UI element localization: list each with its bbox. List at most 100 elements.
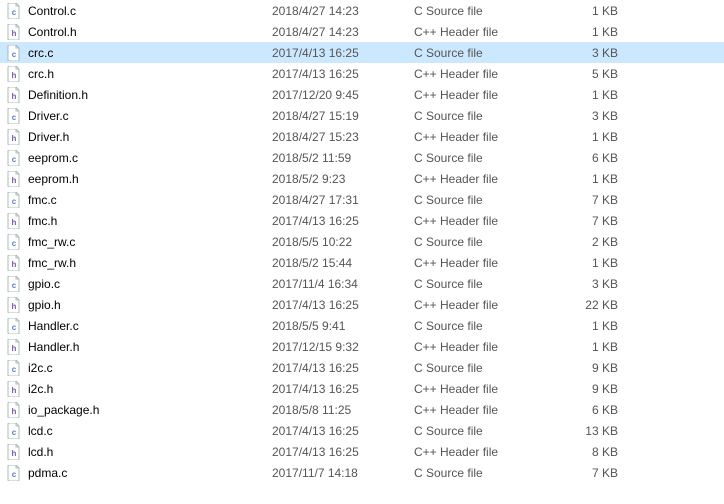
file-row[interactable]: h i2c.h 2017/4/13 16:25 C++ Header file … [0, 378, 724, 399]
c-file-icon: c [6, 318, 22, 334]
file-row[interactable]: c eeprom.c 2018/5/2 11:59 C Source file … [0, 147, 724, 168]
file-row[interactable]: h fmc.h 2017/4/13 16:25 C++ Header file … [0, 210, 724, 231]
file-row[interactable]: c Control.c 2018/4/27 14:23 C Source fil… [0, 0, 724, 21]
file-date-cell: 2018/5/2 9:23 [272, 172, 414, 186]
file-name-cell[interactable]: c fmc.c [6, 192, 272, 208]
file-row[interactable]: c Driver.c 2018/4/27 15:19 C Source file… [0, 105, 724, 126]
file-name-label: Control.h [28, 25, 77, 39]
file-name-label: crc.c [28, 46, 53, 60]
file-name-cell[interactable]: h i2c.h [6, 381, 272, 397]
file-date-cell: 2018/5/2 15:44 [272, 256, 414, 270]
file-name-cell[interactable]: h io_package.h [6, 402, 272, 418]
file-row[interactable]: h fmc_rw.h 2018/5/2 15:44 C++ Header fil… [0, 252, 724, 273]
file-row[interactable]: h Handler.h 2017/12/15 9:32 C++ Header f… [0, 336, 724, 357]
file-name-cell[interactable]: c fmc_rw.c [6, 234, 272, 250]
file-row[interactable]: h Control.h 2018/4/27 14:23 C++ Header f… [0, 21, 724, 42]
file-type-cell: C++ Header file [414, 88, 566, 102]
file-size-cell: 8 KB [566, 445, 626, 459]
file-row[interactable]: h crc.h 2017/4/13 16:25 C++ Header file … [0, 63, 724, 84]
file-row[interactable]: c gpio.c 2017/11/4 16:34 C Source file 3… [0, 273, 724, 294]
file-row[interactable]: h Driver.h 2018/4/27 15:23 C++ Header fi… [0, 126, 724, 147]
file-size-cell: 5 KB [566, 67, 626, 81]
c-file-icon: c [6, 108, 22, 124]
file-name-cell[interactable]: h fmc.h [6, 213, 272, 229]
file-date-cell: 2017/11/4 16:34 [272, 277, 414, 291]
file-name-label: pdma.c [28, 466, 67, 480]
file-row[interactable]: h Definition.h 2017/12/20 9:45 C++ Heade… [0, 84, 724, 105]
file-date-cell: 2017/4/13 16:25 [272, 46, 414, 60]
file-name-cell[interactable]: h Handler.h [6, 339, 272, 355]
file-row[interactable]: c lcd.c 2017/4/13 16:25 C Source file 13… [0, 420, 724, 441]
file-type-cell: C++ Header file [414, 382, 566, 396]
file-name-label: lcd.c [28, 424, 53, 438]
file-list[interactable]: c Control.c 2018/4/27 14:23 C Source fil… [0, 0, 724, 483]
file-name-cell[interactable]: c eeprom.c [6, 150, 272, 166]
file-name-label: lcd.h [28, 445, 53, 459]
file-type-cell: C++ Header file [414, 298, 566, 312]
file-name-cell[interactable]: c Driver.c [6, 108, 272, 124]
file-name-label: io_package.h [28, 403, 99, 417]
file-size-cell: 1 KB [566, 4, 626, 18]
file-name-cell[interactable]: h fmc_rw.h [6, 255, 272, 271]
svg-text:h: h [12, 71, 17, 80]
file-size-cell: 2 KB [566, 235, 626, 249]
c-file-icon: c [6, 192, 22, 208]
c-file-icon: c [6, 276, 22, 292]
file-name-cell[interactable]: c lcd.c [6, 423, 272, 439]
file-type-cell: C++ Header file [414, 25, 566, 39]
file-row[interactable]: h lcd.h 2017/4/13 16:25 C++ Header file … [0, 441, 724, 462]
file-name-cell[interactable]: c pdma.c [6, 465, 272, 481]
file-row[interactable]: h eeprom.h 2018/5/2 9:23 C++ Header file… [0, 168, 724, 189]
c-file-icon: c [6, 234, 22, 250]
file-name-cell[interactable]: c crc.c [6, 45, 272, 61]
file-row[interactable]: c fmc.c 2018/4/27 17:31 C Source file 7 … [0, 189, 724, 210]
svg-text:h: h [12, 449, 17, 458]
file-row[interactable]: c i2c.c 2017/4/13 16:25 C Source file 9 … [0, 357, 724, 378]
file-name-cell[interactable]: c gpio.c [6, 276, 272, 292]
h-file-icon: h [6, 255, 22, 271]
h-file-icon: h [6, 171, 22, 187]
file-type-cell: C Source file [414, 235, 566, 249]
svg-text:c: c [12, 50, 17, 59]
file-date-cell: 2018/4/27 17:31 [272, 193, 414, 207]
file-date-cell: 2018/4/27 15:19 [272, 109, 414, 123]
file-name-cell[interactable]: h crc.h [6, 66, 272, 82]
file-name-cell[interactable]: h Control.h [6, 24, 272, 40]
file-row[interactable]: h gpio.h 2017/4/13 16:25 C++ Header file… [0, 294, 724, 315]
file-row[interactable]: c pdma.c 2017/11/7 14:18 C Source file 7… [0, 462, 724, 483]
c-file-icon: c [6, 150, 22, 166]
file-name-cell[interactable]: c Control.c [6, 3, 272, 19]
file-name-cell[interactable]: h Driver.h [6, 129, 272, 145]
file-type-cell: C Source file [414, 4, 566, 18]
file-date-cell: 2017/4/13 16:25 [272, 424, 414, 438]
svg-text:h: h [12, 176, 17, 185]
file-name-label: Control.c [28, 4, 76, 18]
file-name-label: i2c.c [28, 361, 53, 375]
svg-text:c: c [12, 113, 17, 122]
file-size-cell: 3 KB [566, 109, 626, 123]
file-size-cell: 9 KB [566, 361, 626, 375]
file-type-cell: C Source file [414, 193, 566, 207]
file-size-cell: 6 KB [566, 151, 626, 165]
h-file-icon: h [6, 129, 22, 145]
file-name-cell[interactable]: c i2c.c [6, 360, 272, 376]
file-name-cell[interactable]: h Definition.h [6, 87, 272, 103]
file-size-cell: 1 KB [566, 130, 626, 144]
file-date-cell: 2018/5/2 11:59 [272, 151, 414, 165]
file-date-cell: 2017/4/13 16:25 [272, 298, 414, 312]
file-row[interactable]: c crc.c 2017/4/13 16:25 C Source file 3 … [0, 42, 724, 63]
file-row[interactable]: c fmc_rw.c 2018/5/5 10:22 C Source file … [0, 231, 724, 252]
file-name-cell[interactable]: c Handler.c [6, 318, 272, 334]
h-file-icon: h [6, 213, 22, 229]
file-size-cell: 1 KB [566, 172, 626, 186]
file-type-cell: C Source file [414, 277, 566, 291]
file-row[interactable]: h io_package.h 2018/5/8 11:25 C++ Header… [0, 399, 724, 420]
file-name-cell[interactable]: h eeprom.h [6, 171, 272, 187]
file-name-cell[interactable]: h lcd.h [6, 444, 272, 460]
svg-text:c: c [12, 323, 17, 332]
file-size-cell: 1 KB [566, 319, 626, 333]
file-name-cell[interactable]: h gpio.h [6, 297, 272, 313]
file-row[interactable]: c Handler.c 2018/5/5 9:41 C Source file … [0, 315, 724, 336]
svg-text:c: c [12, 155, 17, 164]
c-file-icon: c [6, 3, 22, 19]
